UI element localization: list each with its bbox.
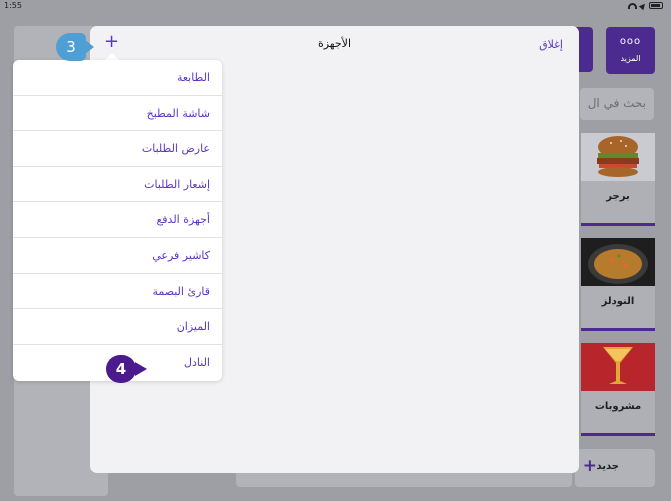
category-label-burger: برجر [606, 191, 630, 202]
menu-item-scale[interactable]: الميزان [13, 309, 222, 345]
menu-item-printer[interactable]: الطابعة [13, 60, 222, 96]
app-screen: 1:55 ooo المزيد بحث في ال برجر النودلز م… [0, 0, 671, 501]
location-icon [638, 1, 648, 10]
category-underline [581, 223, 655, 226]
category-underline [581, 433, 655, 436]
menu-item-sub-cashier[interactable]: كاشير فرعي [13, 238, 222, 274]
category-label-noodles: النودلز [601, 296, 635, 307]
burger-image [581, 133, 655, 181]
close-button[interactable]: إغلاق [539, 38, 563, 51]
search-placeholder: بحث في ال [587, 96, 646, 110]
category-card-drinks[interactable]: مشروبات [581, 343, 655, 436]
more-button[interactable]: ooo المزيد [606, 27, 655, 74]
menu-item-payment-devices[interactable]: أجهزة الدفع [13, 202, 222, 238]
category-card-noodles[interactable]: النودلز [581, 238, 655, 331]
noodles-image [581, 238, 655, 286]
more-label: المزيد [620, 54, 641, 63]
step-badge-4: 4 [106, 355, 147, 383]
category-card-burger[interactable]: برجر [581, 133, 655, 226]
new-button[interactable]: جديد + [575, 449, 655, 487]
background-search-input[interactable]: بحث في ال [580, 88, 654, 120]
category-underline [581, 328, 655, 331]
menu-item-order-display[interactable]: عارض الطلبات [13, 131, 222, 167]
wifi-icon [628, 2, 637, 9]
more-dots-icon: ooo [619, 36, 642, 47]
menu-item-kitchen-screen[interactable]: شاشة المطبخ [13, 96, 222, 132]
new-button-label: جديد [596, 461, 619, 472]
category-label-drinks: مشروبات [594, 401, 642, 412]
status-time: 1:55 [4, 1, 22, 10]
device-type-menu: الطابعة شاشة المطبخ عارض الطلبات إشعار ا… [13, 60, 222, 381]
plus-icon: + [582, 456, 597, 476]
status-icons [628, 1, 663, 10]
drink-image [581, 343, 655, 391]
status-bar: 1:55 [0, 0, 671, 14]
step-badge-3: 3 [56, 33, 94, 61]
modal-title: الأجهزة [317, 37, 352, 50]
step-number: 3 [66, 38, 76, 56]
menu-item-fingerprint-reader[interactable]: قارئ البصمة [13, 274, 222, 310]
battery-icon [649, 2, 663, 9]
step-number: 4 [115, 360, 127, 378]
menu-item-order-notification[interactable]: إشعار الطلبات [13, 167, 222, 203]
